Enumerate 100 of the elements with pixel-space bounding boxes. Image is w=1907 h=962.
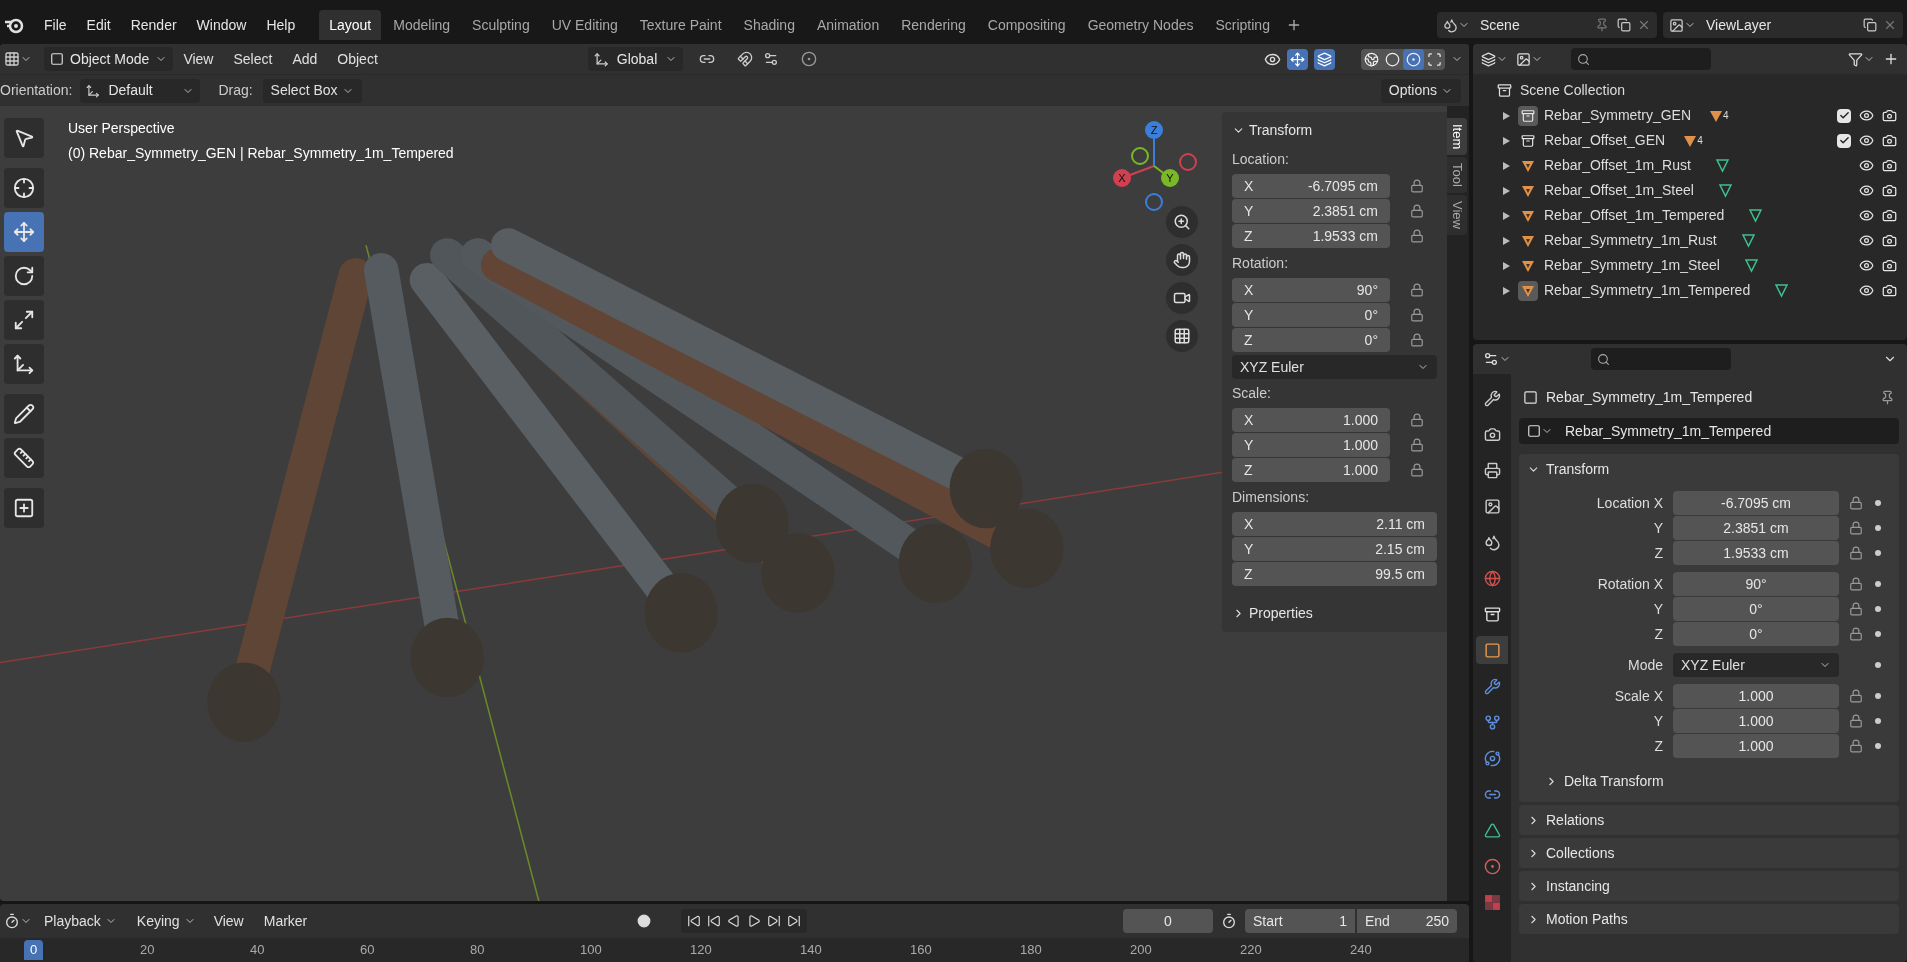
number-field[interactable]: Y 0° bbox=[1232, 303, 1390, 327]
lock-icon[interactable] bbox=[1849, 496, 1863, 510]
outliner-item[interactable]: Rebar_Offset_1m_Rust bbox=[1544, 155, 1691, 176]
expand-arrow-icon[interactable] bbox=[1503, 286, 1510, 295]
mesh-data-icon[interactable] bbox=[1748, 208, 1764, 223]
collection-icon[interactable] bbox=[1518, 105, 1538, 126]
number-field[interactable]: 0° bbox=[1673, 597, 1839, 621]
eye-icon[interactable] bbox=[1859, 208, 1874, 223]
number-field[interactable]: 1.000 bbox=[1673, 684, 1839, 708]
timer-icon[interactable] bbox=[1221, 913, 1237, 929]
workspace-tab[interactable]: Modeling bbox=[383, 10, 461, 40]
close-icon[interactable] bbox=[1637, 18, 1651, 32]
lock-icon[interactable] bbox=[1410, 204, 1424, 218]
search-field[interactable] bbox=[1571, 48, 1711, 70]
move-tool[interactable] bbox=[4, 212, 44, 252]
panel-title[interactable]: Transform bbox=[1249, 120, 1313, 141]
add-cube-tool[interactable] bbox=[4, 488, 44, 528]
menu-item[interactable]: Render bbox=[120, 14, 187, 36]
checkbox[interactable] bbox=[1837, 133, 1851, 148]
annotate-tool[interactable] bbox=[4, 394, 44, 434]
camera-icon[interactable] bbox=[1882, 258, 1897, 273]
expand-arrow-icon[interactable] bbox=[1503, 161, 1510, 170]
keyframe-dot-icon[interactable] bbox=[1875, 525, 1881, 531]
number-field[interactable]: X -6.7095 cm bbox=[1232, 174, 1390, 198]
previous-keyframe-icon[interactable] bbox=[707, 914, 722, 928]
filter-view-button[interactable] bbox=[1516, 51, 1543, 67]
menu-item[interactable]: Object bbox=[327, 48, 388, 70]
outliner-item[interactable]: Rebar_Offset_1m_Tempered bbox=[1544, 205, 1725, 226]
menu-dropdown[interactable]: Keying bbox=[128, 909, 204, 933]
record-icon[interactable] bbox=[637, 914, 652, 928]
overlay-toggle[interactable] bbox=[1314, 48, 1335, 70]
camera-icon[interactable] bbox=[1882, 233, 1897, 248]
menu-dropdown[interactable]: Playback bbox=[36, 909, 125, 933]
panel-title[interactable]: Collections bbox=[1546, 842, 1615, 864]
eye-icon[interactable] bbox=[1859, 283, 1874, 298]
editor-type-button[interactable] bbox=[4, 913, 32, 929]
navigation-gizmo[interactable]: X Y Z bbox=[1104, 116, 1204, 216]
search-field[interactable] bbox=[1591, 348, 1731, 370]
duplicate-icon[interactable] bbox=[1863, 18, 1877, 32]
menu-item[interactable]: Window bbox=[186, 14, 257, 36]
camera-icon[interactable] bbox=[1882, 283, 1897, 298]
keyframe-dot-icon[interactable] bbox=[1875, 662, 1881, 668]
lock-icon[interactable] bbox=[1849, 577, 1863, 591]
menu-item[interactable]: Add bbox=[282, 48, 328, 70]
filter-button[interactable] bbox=[1848, 51, 1875, 67]
view-layer-type-button[interactable] bbox=[1669, 17, 1696, 33]
workspace-tab[interactable]: Geometry Nodes bbox=[1077, 10, 1204, 40]
mesh-data-icon[interactable] bbox=[1717, 183, 1733, 198]
material-shading-button[interactable] bbox=[1403, 48, 1424, 70]
gizmo-toggle[interactable] bbox=[1287, 48, 1308, 70]
number-field[interactable]: 90° bbox=[1673, 572, 1839, 596]
keyframe-dot-icon[interactable] bbox=[1875, 500, 1881, 506]
number-field[interactable]: Z 1.9533 cm bbox=[1232, 224, 1390, 248]
object-tab[interactable] bbox=[1476, 636, 1508, 664]
number-field[interactable]: Y 2.15 cm bbox=[1232, 537, 1437, 561]
workspace-tab[interactable]: Sculpting bbox=[462, 10, 540, 40]
number-field[interactable]: Y 1.000 bbox=[1232, 433, 1390, 457]
jump-end-icon[interactable] bbox=[787, 914, 802, 928]
orientation-dropdown[interactable]: Default bbox=[80, 78, 201, 103]
keyframe-dot-icon[interactable] bbox=[1875, 581, 1881, 587]
options-dropdown[interactable]: Options bbox=[1380, 78, 1461, 103]
lock-icon[interactable] bbox=[1410, 333, 1424, 347]
pin-icon[interactable] bbox=[1595, 18, 1609, 32]
next-keyframe-icon[interactable] bbox=[767, 914, 782, 928]
outliner-item[interactable]: Rebar_Symmetry_GEN bbox=[1544, 105, 1692, 126]
outliner-item[interactable]: Rebar_Symmetry_1m_Rust bbox=[1544, 230, 1717, 251]
start-frame-field[interactable]: Start 1 bbox=[1245, 909, 1355, 933]
workspace-tab[interactable]: Scripting bbox=[1205, 10, 1280, 40]
camera-icon[interactable] bbox=[1882, 183, 1897, 198]
jump-start-icon[interactable] bbox=[687, 914, 702, 928]
sidebar-tab[interactable]: Item bbox=[1447, 118, 1467, 156]
keyframe-dot-icon[interactable] bbox=[1875, 743, 1881, 749]
camera-icon[interactable] bbox=[1882, 108, 1897, 123]
lock-icon[interactable] bbox=[1410, 179, 1424, 193]
rotation-mode-dropdown[interactable]: XYZ Euler bbox=[1232, 355, 1437, 379]
cursor-tool[interactable] bbox=[4, 168, 44, 208]
eye-icon[interactable] bbox=[1859, 133, 1874, 148]
lock-icon[interactable] bbox=[1849, 602, 1863, 616]
outliner-item[interactable]: Rebar_Offset_1m_Steel bbox=[1544, 180, 1694, 201]
number-field[interactable]: X 2.11 cm bbox=[1232, 512, 1437, 536]
number-field[interactable]: 2.3851 cm bbox=[1673, 516, 1839, 540]
lock-icon[interactable] bbox=[1849, 689, 1863, 703]
sidebar-tab[interactable]: Tool bbox=[1447, 157, 1467, 194]
number-field[interactable]: 1.9533 cm bbox=[1673, 541, 1839, 565]
keyframe-dot-icon[interactable] bbox=[1875, 550, 1881, 556]
camera-icon[interactable] bbox=[1882, 158, 1897, 173]
rotate-tool[interactable] bbox=[4, 256, 44, 296]
checkbox[interactable] bbox=[1837, 108, 1851, 123]
number-field[interactable]: Z 1.000 bbox=[1232, 458, 1390, 482]
menu-item[interactable]: Edit bbox=[76, 14, 121, 36]
outliner-item[interactable]: Rebar_Symmetry_1m_Steel bbox=[1544, 255, 1720, 276]
lock-icon[interactable] bbox=[1410, 308, 1424, 322]
camera-icon[interactable] bbox=[1882, 133, 1897, 148]
keyframe-dot-icon[interactable] bbox=[1875, 631, 1881, 637]
pin-icon[interactable] bbox=[1880, 389, 1895, 405]
mesh-data-icon[interactable] bbox=[1740, 233, 1756, 248]
end-frame-field[interactable]: End 250 bbox=[1357, 909, 1457, 933]
duplicate-icon[interactable] bbox=[1617, 18, 1631, 32]
number-field[interactable]: X 1.000 bbox=[1232, 408, 1390, 432]
workspace-tab[interactable]: Compositing bbox=[977, 10, 1076, 40]
